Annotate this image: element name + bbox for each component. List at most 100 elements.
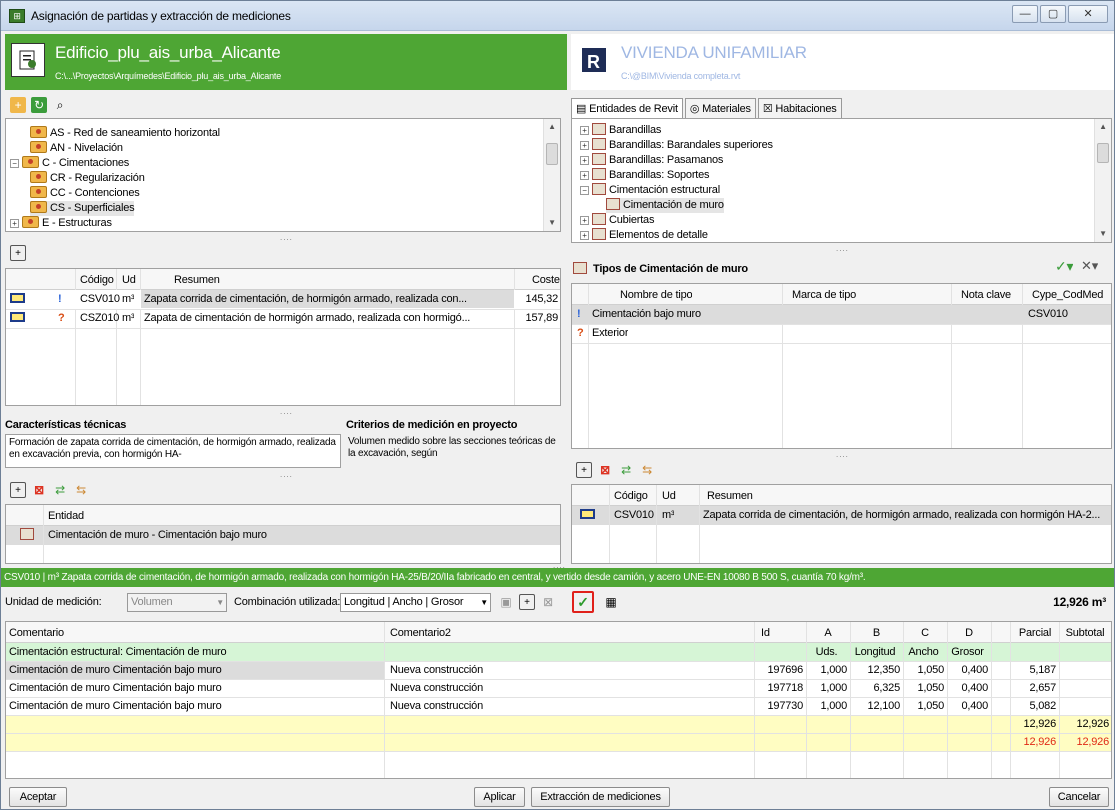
cell-nombre: Cimentación bajo muro <box>592 308 701 320</box>
binoculars-icon[interactable]: ⌕ <box>52 97 68 113</box>
tree-item[interactable]: + Barandillas <box>580 123 661 138</box>
cell-b[interactable]: 12,100 <box>850 697 900 715</box>
status-bar: CSV010 | m³ Zapata corrida de cimentació… <box>1 568 1114 587</box>
expand-icon[interactable]: + <box>580 231 589 240</box>
close-button[interactable]: ✕ <box>1068 5 1108 23</box>
collapse-icon[interactable]: − <box>10 159 19 168</box>
minimize-button[interactable]: — <box>1012 5 1038 23</box>
tree-item[interactable]: + Barandillas: Soportes <box>580 168 710 183</box>
copy-icon[interactable]: ▣ <box>498 594 514 610</box>
unlink-icon[interactable]: ⇆ <box>73 482 89 498</box>
tree-item[interactable]: + Barandillas: Barandales superiores <box>580 138 773 153</box>
clear-dropdown-icon[interactable]: ✕▾ <box>1081 257 1098 275</box>
entidades-toolbar: + ⊠ ⇄ ⇆ <box>5 478 89 502</box>
tab-materiales[interactable]: ◎ Materiales <box>684 98 756 118</box>
tab-entidades[interactable]: ▤ Entidades de Revit <box>571 98 683 118</box>
cell-comentario2[interactable]: Nueva construcción <box>390 661 750 679</box>
tree-item[interactable]: + Barandillas: Pasamanos <box>580 153 723 168</box>
tab-habitaciones[interactable]: ☒ Habitaciones <box>757 98 842 118</box>
add-folder-icon[interactable]: + <box>10 97 26 113</box>
combinacion-select[interactable]: Longitud | Ancho | Grosor ▼ <box>340 593 491 612</box>
tree-item-selected[interactable]: Cimentación de muro <box>606 198 724 213</box>
delete-icon[interactable]: ⊠ <box>597 462 613 478</box>
add-row-icon[interactable]: + <box>10 245 26 261</box>
assign-icon[interactable]: ⇄ <box>618 462 634 478</box>
tree-item[interactable]: + Cubiertas <box>580 213 654 228</box>
cell-b[interactable]: 6,325 <box>850 679 900 697</box>
tree-scrollbar[interactable]: ▲ ▼ <box>1094 119 1111 242</box>
cell-comentario2[interactable]: Nueva construcción <box>390 697 750 715</box>
tree-item[interactable]: + E - Estructuras <box>10 216 112 231</box>
tree-item[interactable]: AS - Red de saneamiento horizontal <box>30 126 220 141</box>
cell-d[interactable]: 0,400 <box>947 679 988 697</box>
check-dropdown-icon[interactable]: ✓▾ <box>1055 257 1073 275</box>
expand-icon[interactable]: + <box>580 156 589 165</box>
cancelar-button[interactable]: Cancelar <box>1049 787 1109 807</box>
cell-comentario[interactable]: Cimentación de muro Cimentación bajo mur… <box>9 661 381 679</box>
cell-a[interactable]: 1,000 <box>806 661 847 679</box>
cell-id[interactable]: 197696 <box>754 661 803 679</box>
cell-c[interactable]: 1,050 <box>903 661 944 679</box>
cell-id[interactable]: 197730 <box>754 697 803 715</box>
link-icon[interactable]: ⇄ <box>52 482 68 498</box>
splitter-handle[interactable]: .... <box>280 470 293 479</box>
cell-d[interactable]: 0,400 <box>947 697 988 715</box>
cell-comentario[interactable]: Cimentación de muro Cimentación bajo mur… <box>9 679 381 697</box>
expand-icon[interactable]: + <box>580 141 589 150</box>
tree-item[interactable]: − C - Cimentaciones <box>10 156 129 171</box>
delete-line-icon[interactable]: ⊠ <box>540 594 556 610</box>
expand-icon[interactable]: + <box>580 126 589 135</box>
cell-c[interactable]: 1,050 <box>903 697 944 715</box>
confirm-check-icon[interactable]: ✓ <box>572 591 594 613</box>
cell-a[interactable]: Uds. <box>806 643 847 661</box>
tree-item-selected[interactable]: CS - Superficiales <box>30 201 135 216</box>
col-c: C <box>921 627 929 639</box>
extraccion-button[interactable]: Extracción de mediciones <box>531 787 670 807</box>
cell-id[interactable]: 197718 <box>754 679 803 697</box>
delete-icon[interactable]: ⊠ <box>31 482 47 498</box>
splitter-handle[interactable]: .... <box>280 233 293 242</box>
tree-item[interactable]: AN - Nivelación <box>30 141 123 156</box>
cell-parcial[interactable]: 2,657 <box>1010 679 1056 697</box>
expand-icon[interactable]: + <box>580 216 589 225</box>
cell-subtotal[interactable]: 12,926 <box>1059 715 1109 733</box>
cell-comentario[interactable]: Cimentación estructural: Cimentación de … <box>9 643 381 661</box>
cell-b[interactable]: Longitud <box>850 643 900 661</box>
aceptar-button[interactable]: Aceptar <box>9 787 67 807</box>
cell-entidad: Cimentación de muro - Cimentación bajo m… <box>48 529 267 541</box>
add-entity-icon[interactable]: + <box>10 482 26 498</box>
cell-a[interactable]: 1,000 <box>806 697 847 715</box>
tree-scrollbar[interactable]: ▲ ▼ <box>543 119 560 231</box>
tree-item[interactable]: CC - Contenciones <box>30 186 140 201</box>
cell-parcial[interactable]: 12,926 <box>1010 715 1056 733</box>
collapse-icon[interactable]: − <box>580 186 589 195</box>
cell-parcial[interactable]: 5,187 <box>1010 661 1056 679</box>
splitter-handle[interactable]: .... <box>836 450 849 459</box>
splitter-handle[interactable]: .... <box>836 244 849 253</box>
tree-item[interactable]: − Cimentación estructural <box>580 183 720 198</box>
cell-parcial[interactable]: 12,926 <box>1010 733 1056 751</box>
tree-item[interactable]: + Elementos de detalle <box>580 228 708 242</box>
calculator-icon[interactable]: ▦ <box>603 594 619 610</box>
cell-d[interactable]: Grosor <box>947 643 988 661</box>
cell-subtotal[interactable]: 12,926 <box>1059 733 1109 751</box>
add-item-icon[interactable]: + <box>576 462 592 478</box>
cell-comentario[interactable]: Cimentación de muro Cimentación bajo mur… <box>9 697 381 715</box>
cell-c[interactable]: Ancho <box>903 643 944 661</box>
cell-c[interactable]: 1,050 <box>903 679 944 697</box>
expand-icon[interactable]: + <box>580 171 589 180</box>
aplicar-button[interactable]: Aplicar <box>474 787 525 807</box>
splitter-handle[interactable]: .... <box>280 407 293 416</box>
unassign-icon[interactable]: ⇆ <box>639 462 655 478</box>
cell-d[interactable]: 0,400 <box>947 661 988 679</box>
cell-comentario2[interactable]: Nueva construcción <box>390 679 750 697</box>
add-line-icon[interactable]: + <box>519 594 535 610</box>
expand-icon[interactable]: + <box>10 219 19 228</box>
caracteristicas-title: Características técnicas <box>5 419 127 431</box>
maximize-button[interactable]: ▢ <box>1040 5 1066 23</box>
cell-b[interactable]: 12,350 <box>850 661 900 679</box>
refresh-icon[interactable]: ↻ <box>31 97 47 113</box>
cell-a[interactable]: 1,000 <box>806 679 847 697</box>
tree-item[interactable]: CR - Regularización <box>30 171 145 186</box>
cell-parcial[interactable]: 5,082 <box>1010 697 1056 715</box>
